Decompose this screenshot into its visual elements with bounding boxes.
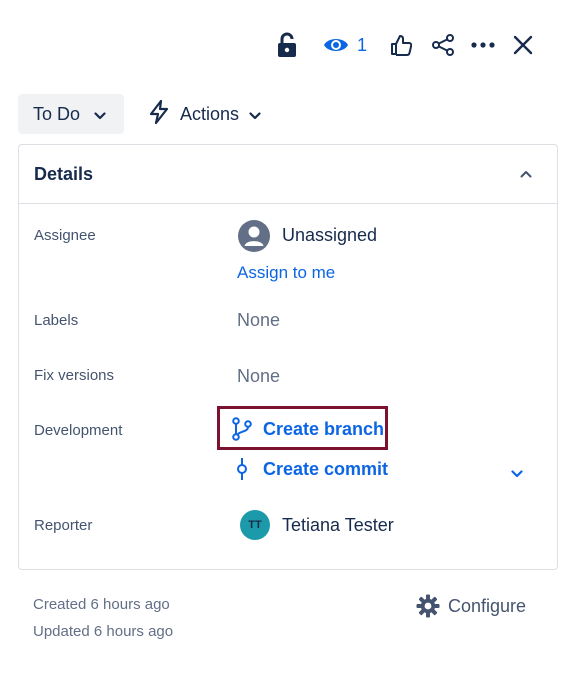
- development-label: Development: [34, 422, 123, 439]
- branch-icon: [232, 417, 252, 441]
- gear-icon: [416, 594, 440, 618]
- commit-icon: [237, 458, 247, 480]
- labels-label: Labels: [34, 312, 79, 329]
- create-commit-label: Create commit: [263, 458, 389, 479]
- create-commit-button[interactable]: Create commit: [231, 457, 388, 481]
- watch-button[interactable]: 1: [320, 30, 370, 60]
- watch-count: 1: [356, 34, 367, 55]
- chevron-down-icon: [94, 104, 106, 125]
- issue-toolbar: 1: [0, 30, 573, 60]
- details-title: Details: [34, 163, 94, 184]
- fix-versions-label: Fix versions: [34, 367, 115, 384]
- fix-versions-value[interactable]: None: [237, 366, 280, 387]
- watch-eye-icon: [323, 39, 348, 51]
- configure-button[interactable]: Configure: [412, 590, 530, 622]
- thumbs-up-icon[interactable]: [388, 30, 414, 60]
- create-branch-label: Create branch: [263, 418, 385, 439]
- lock-open-icon[interactable]: [275, 30, 299, 60]
- labels-value[interactable]: None: [237, 310, 280, 331]
- actions-dropdown[interactable]: Actions: [140, 94, 269, 134]
- details-header[interactable]: Details: [19, 145, 557, 204]
- chevron-down-icon: [249, 104, 261, 125]
- chevron-down-icon[interactable]: [511, 465, 523, 483]
- updated-timestamp: Updated 6 hours ago: [33, 623, 174, 640]
- assignee-label: Assignee: [34, 227, 96, 244]
- reporter-label: Reporter: [34, 517, 93, 534]
- close-icon[interactable]: [511, 30, 535, 60]
- reporter-value[interactable]: Tetiana Tester: [282, 515, 394, 536]
- lightning-icon: [148, 99, 170, 130]
- created-timestamp: Created 6 hours ago: [33, 596, 170, 613]
- person-avatar-icon: [238, 220, 270, 252]
- create-branch-button[interactable]: Create branch: [231, 417, 384, 441]
- status-dropdown[interactable]: To Do: [18, 94, 124, 134]
- assign-to-me-link[interactable]: Assign to me: [237, 263, 335, 283]
- share-icon[interactable]: [430, 30, 456, 60]
- actions-label: Actions: [180, 103, 240, 124]
- details-panel: Details Assignee Unassigned Assign to me…: [18, 144, 558, 570]
- status-label: To Do: [33, 103, 81, 124]
- avatar: TT: [240, 510, 270, 540]
- more-icon[interactable]: [470, 30, 496, 60]
- chevron-up-icon[interactable]: [520, 170, 532, 178]
- configure-label: Configure: [448, 595, 527, 616]
- assignee-value: Unassigned: [282, 225, 378, 245]
